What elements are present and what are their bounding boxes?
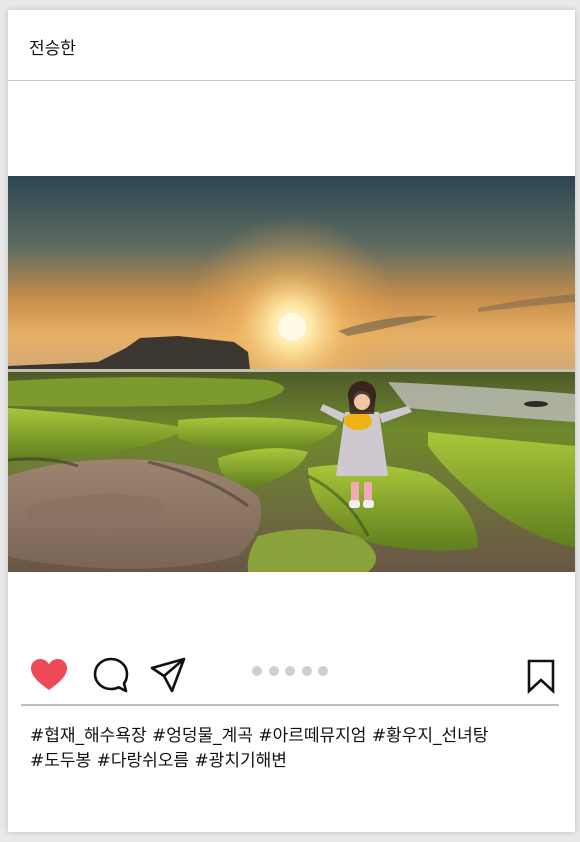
carousel-dot[interactable]	[301, 666, 312, 676]
post-header: 전승한	[8, 10, 575, 81]
divider	[21, 704, 559, 706]
hashtag[interactable]: #광치기해변	[194, 751, 286, 771]
caption-line: #도두봉 #다랑쉬오름 #광치기해변	[30, 749, 560, 774]
comment-icon[interactable]	[92, 656, 130, 694]
carousel-dot[interactable]	[252, 666, 262, 676]
action-bar	[8, 650, 575, 710]
hashtag[interactable]: #협재_해수욕장	[30, 726, 147, 746]
hashtag[interactable]: #엉덩물_계곡	[152, 726, 253, 746]
caption-line: #협재_해수욕장 #엉덩물_계곡 #아르떼뮤지엄 #황우지_선녀탕	[30, 724, 560, 749]
bookmark-icon[interactable]	[526, 658, 556, 694]
hashtag[interactable]: #아르떼뮤지엄	[258, 726, 366, 746]
heart-icon[interactable]	[30, 658, 68, 692]
hashtag[interactable]: #다랑쉬오름	[97, 751, 189, 771]
send-icon[interactable]	[149, 656, 187, 694]
hashtag[interactable]: #황우지_선녀탕	[372, 726, 489, 746]
username[interactable]: 전승한	[29, 34, 76, 59]
hashtag[interactable]: #도두봉	[30, 751, 91, 771]
carousel-indicator	[252, 666, 335, 678]
carousel-dot[interactable]	[318, 666, 328, 676]
post-card: 전승한 #협재_해수욕장 #엉덩물_계곡 #아르떼뮤지엄 #황우지_선녀탕 #도…	[8, 10, 575, 832]
carousel-dot[interactable]	[285, 666, 295, 676]
post-caption: #협재_해수욕장 #엉덩물_계곡 #아르떼뮤지엄 #황우지_선녀탕 #도두봉 #…	[30, 724, 560, 774]
post-photo[interactable]	[8, 176, 575, 572]
carousel-dot[interactable]	[268, 666, 279, 676]
